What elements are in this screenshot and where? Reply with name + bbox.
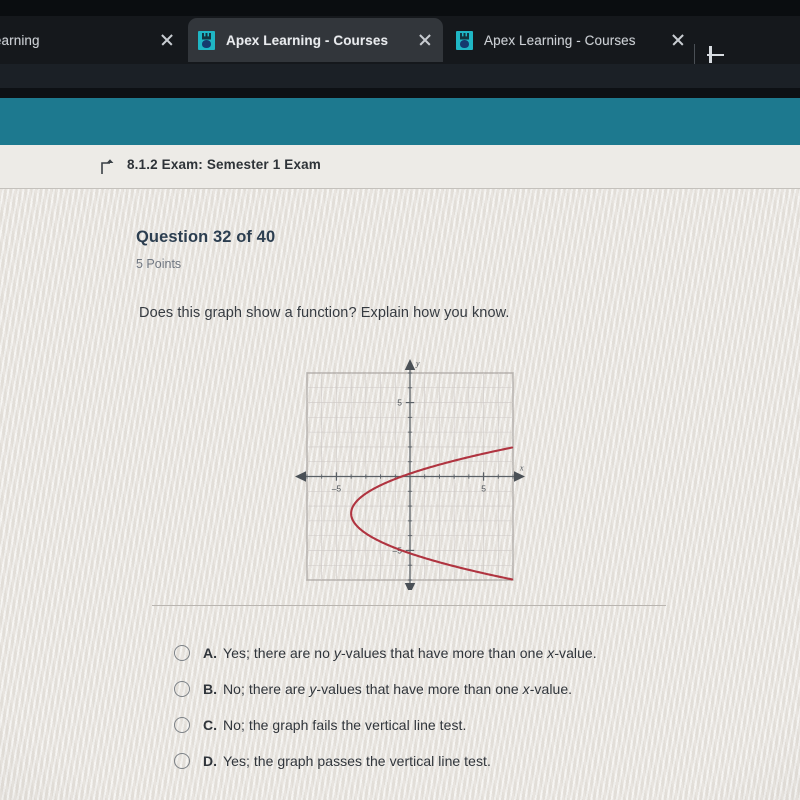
option-letter: D. xyxy=(203,753,217,769)
browser-tab-1[interactable]: ex Learning xyxy=(0,18,185,62)
radio-button[interactable] xyxy=(174,645,190,661)
screenshot-root: ex Learning Apex Learning - Courses Apex… xyxy=(0,0,800,800)
close-icon[interactable] xyxy=(413,28,437,52)
breadcrumb-bar xyxy=(0,145,800,189)
browser-tab-3[interactable]: Apex Learning - Courses xyxy=(446,18,696,62)
tab-divider xyxy=(694,44,695,66)
option-label: Yes; the graph passes the vertical line … xyxy=(223,753,491,769)
option-label: Yes; there are no y-values that have mor… xyxy=(223,645,597,661)
answer-options: A. Yes; there are no y-values that have m… xyxy=(174,635,694,779)
toolbar-area xyxy=(0,64,800,88)
option-label: No; there are y-values that have more th… xyxy=(223,681,573,697)
option-row-b[interactable]: B. No; there are y-values that have more … xyxy=(174,671,694,707)
svg-text:5: 5 xyxy=(397,398,402,408)
x-axis-label: x xyxy=(519,464,524,473)
page-title: Question 32 of 40 xyxy=(136,228,276,246)
apex-favicon-icon xyxy=(198,30,215,50)
browser-tab-2[interactable]: Apex Learning - Courses xyxy=(188,18,443,62)
parabola-curve xyxy=(350,446,514,581)
option-label: No; the graph fails the vertical line te… xyxy=(223,717,467,733)
browser-chrome: ex Learning Apex Learning - Courses Apex… xyxy=(0,0,800,88)
tab-title: Apex Learning - Courses xyxy=(226,32,389,48)
svg-text:–5: –5 xyxy=(332,484,342,494)
function-graph: –5 5 5 –5 x y xyxy=(290,350,530,590)
svg-text:5: 5 xyxy=(481,484,486,494)
breadcrumb[interactable]: 8.1.2 Exam: Semester 1 Exam xyxy=(127,157,321,172)
tab-title: Apex Learning - Courses xyxy=(484,32,636,48)
y-axis-label: y xyxy=(415,359,420,368)
option-letter: A. xyxy=(203,645,217,661)
option-row-d[interactable]: D. Yes; the graph passes the vertical lin… xyxy=(174,743,694,779)
page-content: 8.1.2 Exam: Semester 1 Exam Question 32 … xyxy=(0,145,800,800)
option-row-c[interactable]: C. No; the graph fails the vertical line … xyxy=(174,707,694,743)
window-title-strip xyxy=(0,0,800,16)
site-banner xyxy=(0,98,800,145)
radio-button[interactable] xyxy=(174,753,190,769)
close-icon[interactable] xyxy=(155,28,179,52)
question-points: 5 Points xyxy=(136,257,182,271)
section-divider xyxy=(152,605,666,606)
graph-svg: –5 55–5 x y xyxy=(295,359,525,590)
option-row-a[interactable]: A. Yes; there are no y-values that have m… xyxy=(174,635,694,671)
question-prompt: Does this graph show a function? Explain… xyxy=(139,305,510,321)
close-icon[interactable] xyxy=(666,28,690,52)
tab-title: ex Learning xyxy=(0,32,40,48)
up-level-arrow-icon[interactable] xyxy=(99,157,116,175)
tab-strip: ex Learning Apex Learning - Courses Apex… xyxy=(0,16,800,66)
apex-favicon-icon xyxy=(456,30,473,50)
option-letter: B. xyxy=(203,681,217,697)
option-letter: C. xyxy=(203,717,217,733)
radio-button[interactable] xyxy=(174,681,190,697)
radio-button[interactable] xyxy=(174,717,190,733)
